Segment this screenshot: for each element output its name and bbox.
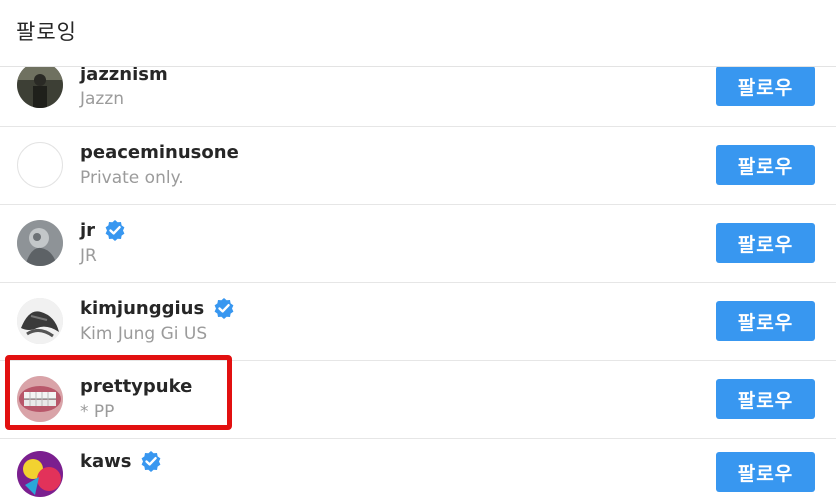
username-text[interactable]: kaws xyxy=(80,451,131,472)
avatar[interactable] xyxy=(17,220,63,266)
dialog-title: 팔로잉 xyxy=(16,20,77,44)
full-name: Kim Jung Gi US xyxy=(80,324,208,344)
dialog-header: 팔로잉 xyxy=(0,0,836,67)
list-item: kimjunggius Kim Jung Gi US 팔로우 xyxy=(0,283,836,361)
highlight-annotation-box xyxy=(5,355,232,430)
username-text[interactable]: jr xyxy=(80,220,95,241)
follow-button[interactable]: 팔로우 xyxy=(716,301,815,341)
avatar[interactable] xyxy=(17,451,63,497)
verified-badge-icon xyxy=(213,297,235,319)
following-dialog: 팔로잉 jazznism Jazzn 팔로우 peaceminusone Pri… xyxy=(0,0,836,500)
list-item: jr JR 팔로우 xyxy=(0,205,836,283)
avatar[interactable] xyxy=(17,298,63,344)
follow-button[interactable]: 팔로우 xyxy=(716,452,815,492)
verified-badge-icon xyxy=(140,450,162,472)
username[interactable]: kimjunggius xyxy=(80,297,235,319)
username[interactable]: peaceminusone xyxy=(80,142,239,163)
follow-button[interactable]: 팔로우 xyxy=(716,379,815,419)
follow-button[interactable]: 팔로우 xyxy=(716,145,815,185)
follow-button[interactable]: 팔로우 xyxy=(716,66,815,106)
username[interactable]: kaws xyxy=(80,450,162,472)
full-name: Jazzn xyxy=(80,89,125,109)
verified-badge-icon xyxy=(104,219,126,241)
following-list[interactable]: jazznism Jazzn 팔로우 peaceminusone Private… xyxy=(0,48,836,500)
username[interactable]: jr xyxy=(80,219,126,241)
list-item: kaws 팔로우 xyxy=(0,439,836,500)
full-name: JR xyxy=(80,246,97,266)
list-item: peaceminusone Private only. 팔로우 xyxy=(0,127,836,205)
avatar[interactable] xyxy=(17,142,63,188)
avatar[interactable] xyxy=(17,62,63,108)
username-text[interactable]: kimjunggius xyxy=(80,298,204,319)
full-name: Private only. xyxy=(80,168,184,188)
username[interactable]: jazznism xyxy=(80,64,168,85)
follow-button[interactable]: 팔로우 xyxy=(716,223,815,263)
